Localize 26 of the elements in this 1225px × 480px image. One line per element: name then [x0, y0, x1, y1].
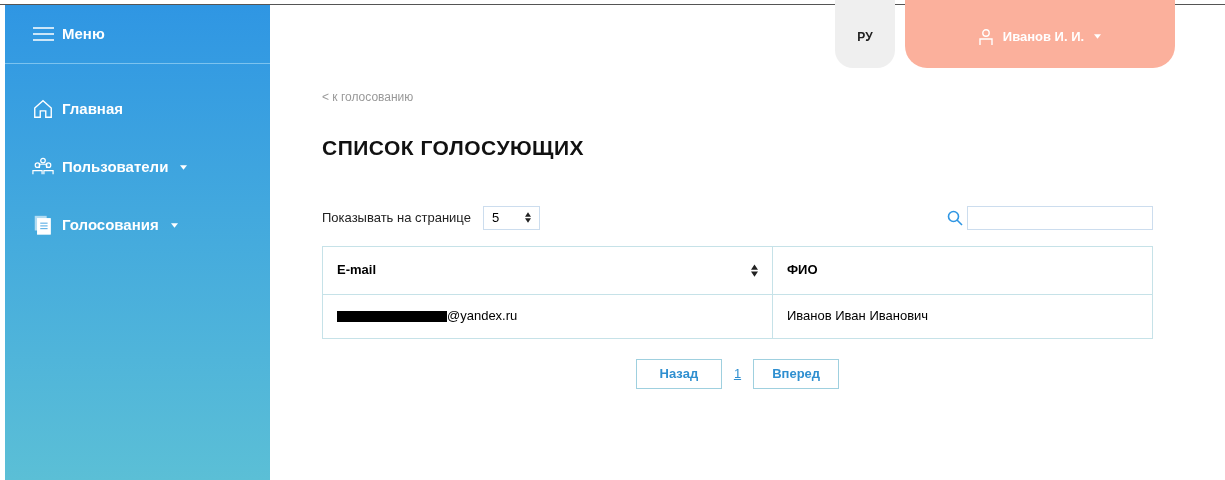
search-field[interactable] — [967, 205, 1153, 230]
page-size-select[interactable]: 5 — [482, 205, 540, 230]
next-button[interactable]: Вперед — [753, 358, 840, 389]
sort-icon[interactable] — [751, 263, 758, 277]
email-text: @yandex.ru — [447, 307, 518, 326]
page-title: СПИСОК ГОЛОСУЮЩИХ — [322, 135, 586, 161]
page-size-label: Показывать на странице — [322, 208, 471, 227]
page-link[interactable]: 1 — [733, 363, 742, 384]
user-menu-button[interactable]: Иванов И. И. — [905, 0, 1175, 68]
column-header[interactable]: E-mail — [322, 246, 773, 294]
table-cell: Иванов Иван Иванович — [772, 294, 1153, 338]
sidebar-item[interactable]: Главная — [32, 90, 243, 128]
search-icon — [947, 209, 963, 226]
column-header: ФИО — [772, 246, 1153, 294]
back-link[interactable]: < к голосованию — [322, 88, 1153, 106]
menu-icon[interactable] — [33, 27, 54, 41]
spinner-icon — [524, 212, 531, 223]
user-icon — [978, 28, 993, 45]
documents-icon — [32, 214, 54, 236]
home-icon — [32, 98, 54, 120]
prev-button[interactable]: Назад — [635, 358, 722, 389]
sidebar-item[interactable]: Голосования — [32, 206, 243, 244]
sidebar-item[interactable]: Пользователи — [32, 148, 243, 186]
caret-icon — [1094, 34, 1102, 39]
language-button[interactable]: РУ — [835, 0, 895, 68]
menu-label[interactable]: Меню — [62, 22, 105, 46]
